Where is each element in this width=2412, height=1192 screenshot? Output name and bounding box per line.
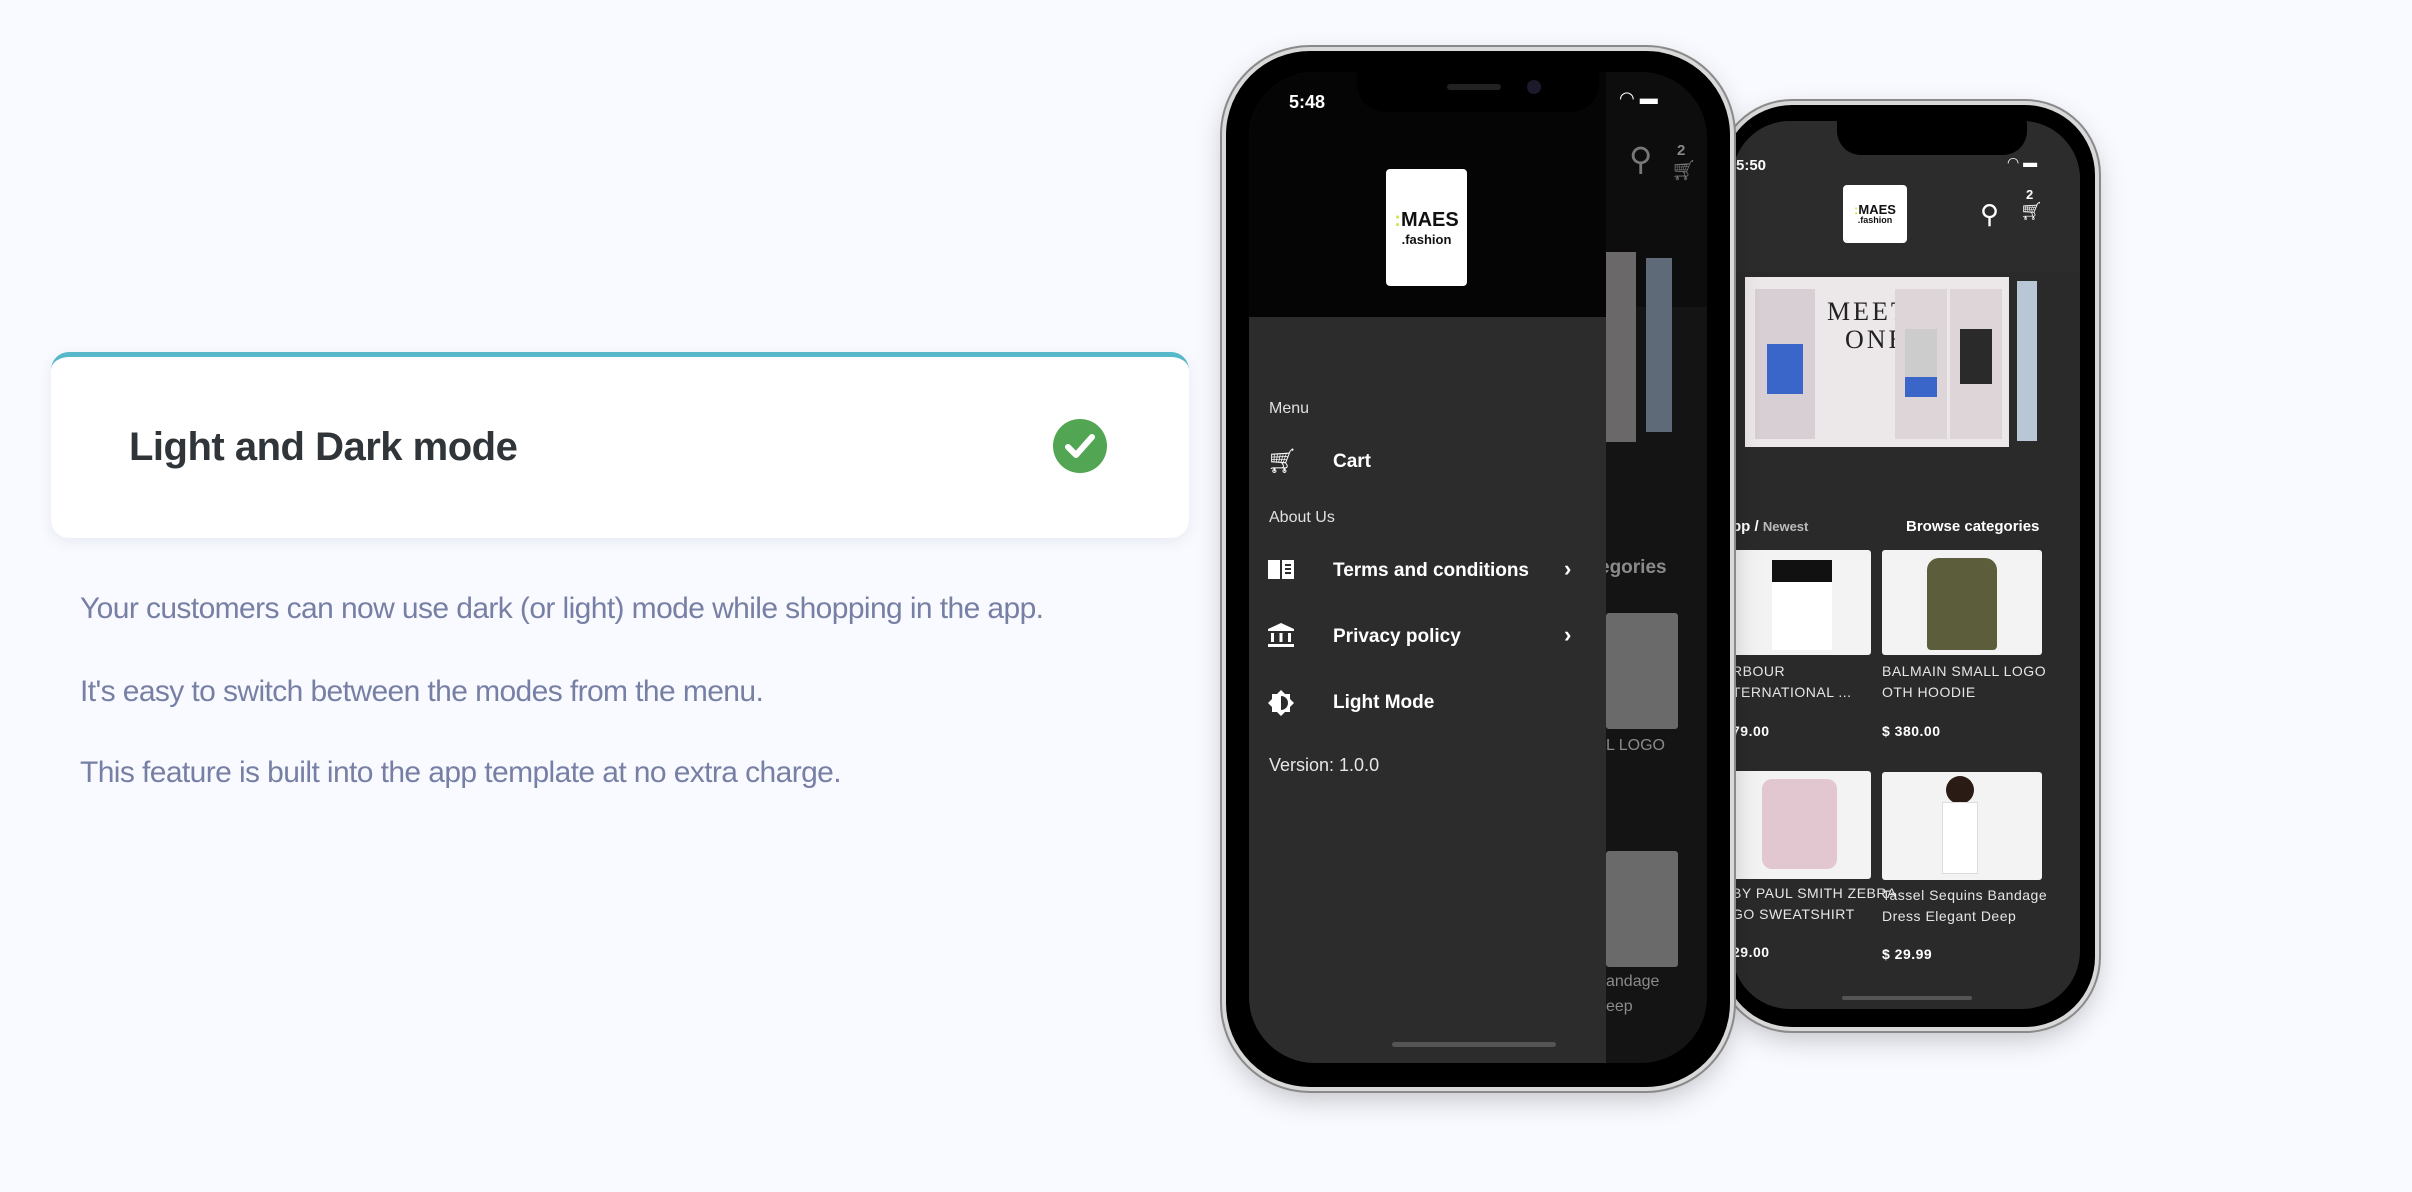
product-title-dimmed: andage: [1606, 973, 1660, 990]
menu-item-light-mode[interactable]: Light Mode: [1249, 674, 1606, 730]
feature-description-2: It's easy to switch between the modes fr…: [80, 675, 764, 708]
chevron-right-icon: ›: [1564, 556, 1572, 581]
notch: [1837, 121, 2027, 155]
cart-icon: 🛒︎: [1267, 448, 1298, 475]
product-price: 29.00: [1732, 944, 1770, 960]
search-icon[interactable]: ⚲: [1980, 199, 1999, 230]
back-phone-screen: 5:50 ◠ ▬ :MAES .fashion ⚲ 2 🛒︎ MEET ONE …: [1732, 121, 2080, 1009]
status-time: 5:48: [1289, 92, 1326, 112]
menu-item-terms[interactable]: Terms and conditions ›: [1249, 542, 1606, 598]
front-phone-mockup: ⚲ 2 🛒︎ egories L LOGO andage eep :MAES .…: [1226, 51, 1730, 1087]
check-circle-icon: [1053, 419, 1107, 473]
product-title[interactable]: RBOUR TERNATIONAL ...: [1732, 661, 1852, 703]
product-image[interactable]: [1882, 550, 2042, 655]
menu-section-label: Menu: [1269, 400, 1310, 417]
product-price: $ 380.00: [1882, 723, 1941, 739]
chevron-right-icon: ›: [1564, 622, 1572, 647]
navigation-drawer: :MAES .fashion Menu 🛒︎ Cart About Us Ter…: [1249, 72, 1606, 1063]
product-image[interactable]: [1732, 550, 1871, 655]
brightness-icon: [1268, 690, 1294, 716]
menu-item-privacy[interactable]: Privacy policy ›: [1249, 608, 1606, 664]
menu-item-label: Light Mode: [1333, 692, 1435, 713]
search-icon: ⚲: [1629, 141, 1653, 177]
version-label: Version: 1.0.0: [1269, 755, 1380, 775]
product-title[interactable]: BALMAIN SMALL LOGO OTH HOODIE: [1882, 661, 2046, 703]
menu-item-label: Terms and conditions: [1333, 560, 1530, 581]
bank-icon: [1268, 623, 1294, 647]
menu-item-cart[interactable]: 🛒︎ Cart: [1249, 437, 1606, 487]
product-price: $ 29.99: [1882, 946, 1933, 962]
feature-title: Light and Dark mode: [129, 425, 518, 469]
feature-description-3: This feature is built into the app templ…: [80, 756, 842, 789]
product-price: 79.00: [1732, 723, 1770, 739]
wifi-battery-icon: ◠ ▬: [1619, 88, 1658, 108]
menu-item-label: Privacy policy: [1333, 626, 1461, 647]
app-logo: :MAES .fashion: [1386, 169, 1467, 286]
status-time: 5:50: [1736, 157, 1767, 174]
product-image[interactable]: [1732, 771, 1871, 879]
home-indicator: [1842, 996, 1972, 1000]
cart-icon[interactable]: 🛒︎: [2020, 201, 2043, 222]
menu-item-label: Cart: [1333, 451, 1372, 472]
cart-icon: 🛒︎: [1671, 160, 1697, 182]
book-icon: [1268, 560, 1294, 579]
home-indicator: [1392, 1042, 1556, 1047]
feature-description-1: Your customers can now use dark (or ligh…: [80, 592, 1044, 625]
categories-link-dimmed: egories: [1599, 557, 1667, 578]
product-title-dimmed: L LOGO: [1606, 737, 1665, 754]
product-title[interactable]: Tassel Sequins Bandage Dress Elegant Deep: [1882, 885, 2047, 927]
notch: [1357, 72, 1599, 112]
wifi-battery-icon: ◠ ▬: [2007, 154, 2038, 170]
product-title[interactable]: BY PAUL SMITH ZEBRA GO SWEATSHIRT: [1732, 883, 1897, 925]
back-phone-mockup: 5:50 ◠ ▬ :MAES .fashion ⚲ 2 🛒︎ MEET ONE …: [1722, 105, 2095, 1027]
product-title-dimmed: eep: [1606, 998, 1633, 1015]
front-phone-screen: ⚲ 2 🛒︎ egories L LOGO andage eep :MAES .…: [1249, 72, 1707, 1063]
cart-count-badge: 2: [1677, 142, 1686, 159]
banner-image-next[interactable]: [2017, 281, 2037, 441]
feature-card: Light and Dark mode: [51, 352, 1189, 538]
app-logo: :MAES .fashion: [1843, 185, 1907, 243]
browse-categories-link[interactable]: Browse categories: [1906, 518, 2039, 535]
about-section-label: About Us: [1269, 509, 1335, 526]
breadcrumb: pp / Newest: [1732, 518, 1809, 535]
product-image[interactable]: [1882, 772, 2042, 880]
cart-count-badge: 2: [2026, 187, 2034, 202]
banner-image[interactable]: MEET ONE: [1745, 277, 2009, 447]
